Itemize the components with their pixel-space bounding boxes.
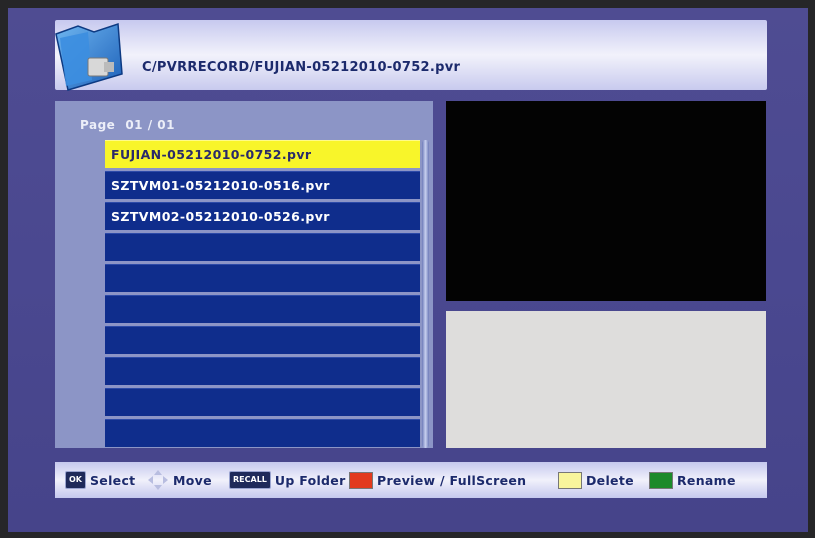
rename-label: Rename — [677, 472, 736, 488]
header-bar — [55, 20, 767, 90]
rename-hint: Rename — [649, 462, 736, 498]
preview-label: Preview / FullScreen — [377, 472, 527, 488]
file-row[interactable]: FUJIAN-05212010-0752.pvr — [105, 140, 420, 168]
up-folder-hint: RECALL Up Folder — [229, 462, 346, 498]
file-row[interactable] — [105, 357, 420, 385]
file-path: C/PVRRECORD/FUJIAN-05212010-0752.pvr — [142, 60, 461, 75]
yellow-key-icon — [558, 471, 582, 489]
recall-key-icon: RECALL — [229, 471, 271, 489]
move-label: Move — [173, 472, 212, 488]
file-row[interactable]: SZTVM02-05212010-0526.pvr — [105, 202, 420, 230]
page-indicator: Page 01 / 01 — [80, 118, 185, 132]
footer-hint-bar: OK Select Move RECALL Up Folder Preview … — [55, 462, 767, 498]
file-row[interactable] — [105, 264, 420, 292]
move-hint: Move — [147, 462, 212, 498]
select-label: Select — [90, 472, 136, 488]
red-key-icon — [349, 471, 373, 489]
file-row[interactable] — [105, 295, 420, 323]
green-key-icon — [649, 471, 673, 489]
video-preview[interactable] — [446, 101, 766, 301]
list-scrollbar[interactable] — [422, 140, 429, 448]
page-label: Page — [80, 118, 116, 132]
file-row[interactable] — [105, 419, 420, 447]
page-number: 01 / 01 — [125, 118, 175, 132]
file-info-box — [446, 311, 766, 448]
ok-key-icon: OK — [65, 471, 86, 489]
file-row[interactable] — [105, 388, 420, 416]
file-row[interactable] — [105, 233, 420, 261]
file-list: FUJIAN-05212010-0752.pvr SZTVM01-0521201… — [105, 140, 420, 450]
preview-hint: Preview / FullScreen — [349, 462, 526, 498]
delete-hint: Delete — [558, 462, 634, 498]
delete-label: Delete — [586, 472, 634, 488]
folder-icon — [55, 22, 123, 91]
up-folder-label: Up Folder — [274, 472, 346, 488]
file-row[interactable] — [105, 326, 420, 354]
select-hint: OK Select — [65, 462, 135, 498]
file-row[interactable]: SZTVM01-05212010-0516.pvr — [105, 171, 420, 199]
arrow-keys-icon — [148, 470, 168, 490]
